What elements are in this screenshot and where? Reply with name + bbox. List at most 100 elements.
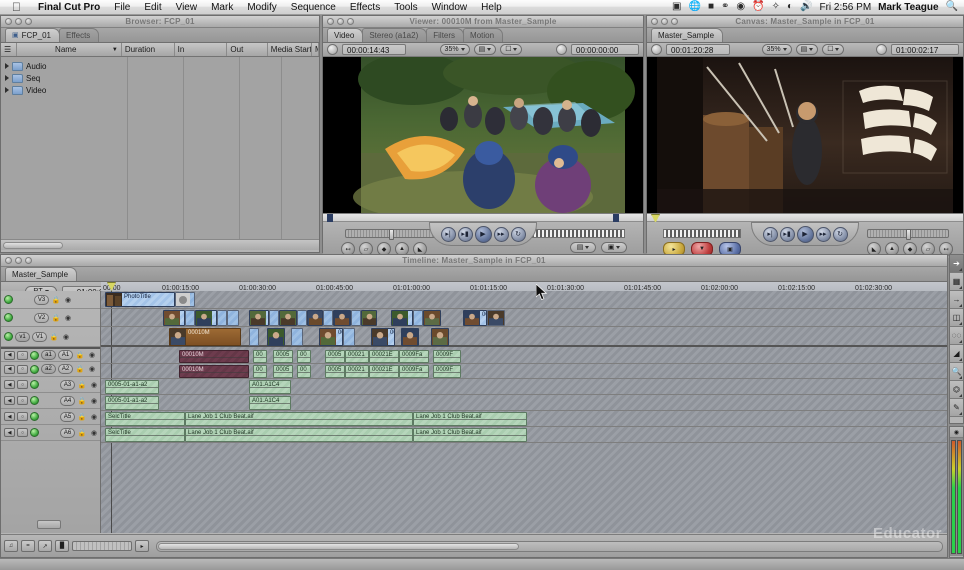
scrollbar-thumb[interactable] xyxy=(3,242,63,249)
viewer-current-timecode[interactable]: 00:00:14:43 xyxy=(342,44,406,55)
list-item[interactable]: Seq xyxy=(1,72,319,84)
clip[interactable] xyxy=(431,328,449,346)
timeline-zoom-slider[interactable] xyxy=(72,541,132,551)
tab-fcp01[interactable]: ▣ FCP_01 xyxy=(5,28,60,42)
track-lane-v2[interactable]: 0045 xyxy=(101,309,947,327)
clock-icon[interactable]: ⏰ xyxy=(752,2,764,12)
clip[interactable]: 00010M xyxy=(169,328,241,346)
bluetooth-icon[interactable]: ✧ xyxy=(772,2,780,12)
track-name-a6[interactable]: A6 xyxy=(60,427,75,438)
auto-select-icon[interactable]: ◉ xyxy=(89,380,99,390)
screen-record-icon[interactable]: ▣ xyxy=(672,2,681,12)
tab-stereo[interactable]: Stereo (a1a2) xyxy=(362,28,428,42)
clip[interactable] xyxy=(291,328,303,346)
globe-icon[interactable]: 🌐 xyxy=(689,2,701,12)
record-icon[interactable]: ◉ xyxy=(736,2,745,12)
menu-file[interactable]: File xyxy=(107,0,137,15)
column-name[interactable]: Name ▼ xyxy=(17,43,122,56)
clip[interactable]: A01.A1C4 xyxy=(249,396,291,410)
loop-icon[interactable]: ↻ xyxy=(832,226,848,242)
disclosure-triangle-icon[interactable] xyxy=(5,87,9,93)
clip[interactable] xyxy=(343,328,355,346)
canvas-zoom-popup[interactable]: 35% xyxy=(761,44,792,55)
play-icon[interactable]: ▶ xyxy=(474,225,492,243)
menu-modify[interactable]: Modify xyxy=(240,0,283,15)
track-header-a2[interactable]: ◀ ○ a2 A2 🔒 ◉ xyxy=(1,362,100,377)
wifi-icon[interactable]: ◐ xyxy=(787,2,793,12)
clip[interactable]: Lane Job 1 Club Beat.aif xyxy=(413,428,527,442)
menu-final-cut-pro[interactable]: Final Cut Pro xyxy=(31,0,107,15)
track-visibility-icon[interactable] xyxy=(4,295,13,304)
tab-master-sample[interactable]: Master_Sample xyxy=(651,28,724,42)
track-lane-v3[interactable]: PhotoTitle xyxy=(101,291,947,309)
canvas-current-timecode[interactable]: 00:01:20:28 xyxy=(666,44,730,55)
canvas-shuttle-slider[interactable] xyxy=(867,229,949,240)
headphone-icon[interactable]: ○ xyxy=(17,364,28,374)
viewer-scrubber[interactable] xyxy=(323,213,643,223)
auto-select-icon[interactable]: ◉ xyxy=(87,350,97,360)
list-item[interactable]: Audio xyxy=(1,60,319,72)
clip[interactable]: 00021 xyxy=(345,365,369,378)
clip[interactable] xyxy=(361,310,377,326)
column-out[interactable]: Out xyxy=(227,43,268,56)
column-media-end[interactable]: Media E xyxy=(312,43,319,56)
clip[interactable]: SelcTitle xyxy=(105,428,185,442)
clip[interactable] xyxy=(323,310,333,326)
clip[interactable] xyxy=(163,310,185,326)
clip[interactable] xyxy=(227,310,239,326)
menu-effects[interactable]: Effects xyxy=(343,0,387,15)
roll-tool-icon[interactable]: ◫ xyxy=(950,309,963,327)
clip[interactable]: 0009Fa xyxy=(399,365,429,378)
volume-icon[interactable]: 🔊 xyxy=(800,2,812,12)
clip[interactable]: 00 xyxy=(253,365,267,378)
timeline-titlebar[interactable]: Timeline: Master_Sample in FCP_01 xyxy=(1,255,947,267)
loop-icon[interactable]: ↻ xyxy=(510,226,526,242)
track-select-tool-icon[interactable]: → xyxy=(950,291,963,309)
tab-video[interactable]: Video xyxy=(327,28,364,42)
viewer-video-image[interactable] xyxy=(323,57,643,213)
clip[interactable] xyxy=(391,310,413,326)
play-every-frame-icon[interactable]: ▸▸ xyxy=(493,226,509,242)
timeline-horizontal-scrollbar[interactable] xyxy=(156,540,943,552)
clip[interactable]: SelcTitle xyxy=(105,412,185,426)
audio-solo-icon[interactable]: ◀ xyxy=(4,364,15,374)
clip[interactable] xyxy=(249,328,259,346)
auto-select-icon[interactable]: ◉ xyxy=(63,313,73,323)
auto-select-icon[interactable]: ◉ xyxy=(89,412,99,422)
clip[interactable] xyxy=(351,310,361,326)
canvas-jog-wheel[interactable] xyxy=(663,229,741,238)
clip[interactable]: 00 xyxy=(297,350,311,363)
track-header-a4[interactable]: ◀ ○ A4 🔒 ◉ xyxy=(1,393,100,409)
clip[interactable]: 0009F xyxy=(433,350,461,363)
column-media-start[interactable]: Media Start xyxy=(268,43,312,56)
zoom-tool-icon[interactable]: 🔍 xyxy=(950,363,963,381)
track-audible-icon[interactable] xyxy=(30,350,39,360)
column-icon[interactable]: ☰ xyxy=(1,43,17,56)
clip[interactable]: 0005 xyxy=(371,328,395,346)
clip[interactable]: 0007 xyxy=(319,328,343,346)
play-every-frame-icon[interactable]: ▸▸ xyxy=(815,226,831,242)
play-around-icon[interactable]: ▸| xyxy=(762,226,778,242)
slip-tool-icon[interactable]: ◌◌ xyxy=(950,327,963,345)
track-lane-a5[interactable]: SelcTitle Lane Job 1 Club Beat.aif Lane Jo… xyxy=(101,411,947,427)
track-name-v3[interactable]: V3 xyxy=(34,294,49,305)
selection-tool-icon[interactable]: ➔ xyxy=(950,255,963,273)
canvas-video-image[interactable] xyxy=(647,57,963,213)
clip[interactable]: 0005 xyxy=(273,365,293,378)
audio-solo-icon[interactable]: ◀ xyxy=(4,396,15,405)
clip[interactable] xyxy=(269,310,279,326)
play-in-to-out-icon[interactable]: ▸▮ xyxy=(779,226,795,242)
tab-effects[interactable]: Effects xyxy=(58,28,100,42)
razor-blade-tool-icon[interactable]: ◢ xyxy=(950,345,963,363)
clip[interactable] xyxy=(195,310,217,326)
clip[interactable]: PhotoTitle xyxy=(105,292,175,307)
clip[interactable] xyxy=(307,310,323,326)
clip[interactable]: 0005 xyxy=(273,350,293,363)
audio-meter-popup-icon[interactable]: ◉ xyxy=(950,427,963,438)
key-icon[interactable]: ⚭ xyxy=(721,2,729,12)
clip[interactable] xyxy=(217,310,227,326)
audio-solo-icon[interactable]: ◀ xyxy=(4,380,15,389)
viewer-zoom-popup[interactable]: 35% xyxy=(439,44,470,55)
current-timecode-icon[interactable] xyxy=(651,44,662,55)
clip[interactable]: 0009F xyxy=(433,365,461,378)
